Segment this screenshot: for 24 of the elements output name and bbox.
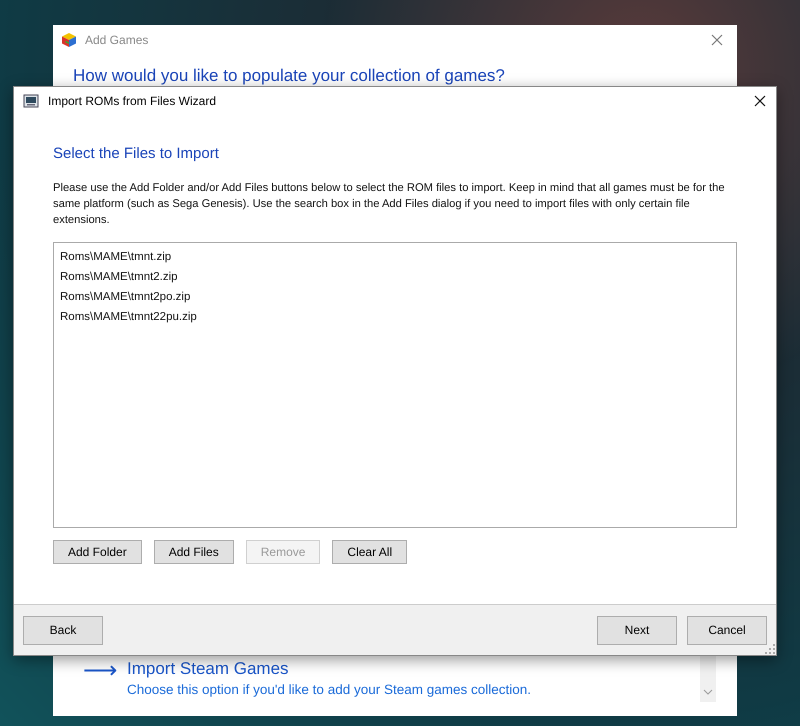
nav-button[interactable]: Back <box>23 616 103 644</box>
resize-grip-icon[interactable] <box>765 644 775 654</box>
file-item[interactable]: Roms\MAME\tmnt2.zip <box>60 267 730 287</box>
page-heading: Select the Files to Import <box>53 145 220 162</box>
action-button[interactable]: Add Folder <box>53 540 142 564</box>
action-button[interactable]: Clear All <box>332 540 408 564</box>
arrow-icon: ⟶ <box>83 658 117 684</box>
file-item[interactable]: Roms\MAME\tmnt2po.zip <box>60 287 730 307</box>
action-button[interactable]: Add Files <box>154 540 234 564</box>
instructions-text: Please use the Add Folder and/or Add Files buttons below to select the ROM files to import. Keep in mind that all games must be for the same platform (such as Sega Genesis). Use the search box in the Add Files dialog if you need to import files with only certain file extensions. <box>53 181 726 228</box>
chevron-down-icon[interactable] <box>703 689 713 695</box>
page-heading: How would you like to populate your collection of games? <box>73 67 505 85</box>
close-icon[interactable] <box>754 94 766 106</box>
option-description: Choose this option if you'd like to add your Steam games collection. <box>127 681 532 699</box>
file-item[interactable]: Roms\MAME\tmnt.zip <box>60 247 730 267</box>
nav-button[interactable]: Cancel <box>687 616 767 644</box>
window-title: Import ROMs from Files Wizard <box>48 94 218 108</box>
option-title[interactable]: Import Steam Games <box>127 658 532 680</box>
app-icon <box>23 92 39 108</box>
cube-icon <box>61 32 77 48</box>
window-title: Add Games <box>85 33 150 47</box>
file-item[interactable]: Roms\MAME\tmnt22pu.zip <box>60 307 730 327</box>
nav-button[interactable]: Next <box>597 616 677 644</box>
file-list[interactable]: Roms\MAME\tmnt.zip Roms\MAME\tmnt2.zip Roms\MAME\tmnt2po.zip Roms\MAME\tmnt22pu.zip <box>53 242 737 528</box>
